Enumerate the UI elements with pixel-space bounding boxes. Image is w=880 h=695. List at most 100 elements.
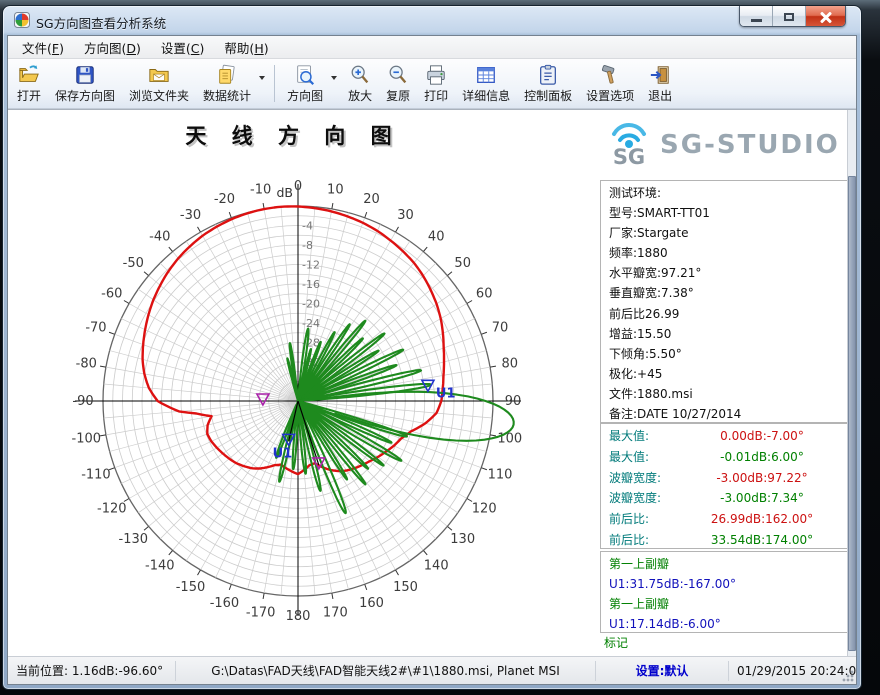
measure-row: 波瓣宽度:-3.00dB:7.34° xyxy=(609,488,847,509)
svg-text:100: 100 xyxy=(497,431,522,446)
status-file-path: G:\Datas\FAD天线\FAD智能天线2#\#1\1880.msi, Pl… xyxy=(176,661,596,681)
svg-text:180: 180 xyxy=(286,609,311,624)
close-button[interactable] xyxy=(806,6,845,27)
info-row: 型号:SMART-TT01 xyxy=(609,203,847,223)
svg-text:-80: -80 xyxy=(76,357,97,372)
svg-text:-10: -10 xyxy=(250,182,271,197)
save-icon xyxy=(74,64,96,86)
svg-text:U1: U1 xyxy=(436,386,456,401)
window-title: SG方向图查看分析系统 xyxy=(36,13,166,32)
scrollbar-thumb[interactable] xyxy=(848,176,856,651)
printer-icon xyxy=(425,64,447,86)
zoom-in-icon xyxy=(349,64,371,86)
menubar: 文件(F) 方向图(D) 设置(C) 帮助(H) xyxy=(8,36,856,59)
toolbar: 打开 保存方向图 浏览文件夹 数据统计 xyxy=(8,59,856,109)
svg-text:60: 60 xyxy=(476,287,493,302)
test-info-panel: 测试环境: 型号:SMART-TT01 厂家:Stargate 频率:1880 … xyxy=(600,180,848,423)
svg-text:-100: -100 xyxy=(72,431,102,446)
svg-text:-150: -150 xyxy=(176,580,206,595)
measure-row: 最大值:-0.01dB:6.00° xyxy=(609,447,847,468)
svg-text:-4: -4 xyxy=(302,220,313,233)
app-body: 文件(F) 方向图(D) 设置(C) 帮助(H) 打开 保存方向图 浏览文件夹 xyxy=(7,35,857,685)
measure-row: 前后比:33.54dB:174.00° xyxy=(609,530,847,551)
info-row: 前后比26.99 xyxy=(609,304,847,324)
restore-view-button[interactable]: 复原 xyxy=(379,61,417,106)
svg-text:-50: -50 xyxy=(123,256,144,271)
exit-door-icon xyxy=(649,64,671,86)
mark-label: 标记 xyxy=(604,634,628,651)
vertical-scrollbar[interactable] xyxy=(847,110,856,656)
zoom-out-icon xyxy=(387,64,409,86)
svg-text:30: 30 xyxy=(397,208,414,223)
menu-settings[interactable]: 设置(C) xyxy=(151,35,215,60)
chevron-down-icon xyxy=(258,67,266,87)
svg-text:80: 80 xyxy=(501,357,518,372)
svg-text:70: 70 xyxy=(492,320,509,335)
svg-text:-170: -170 xyxy=(246,606,276,621)
exit-button[interactable]: 退出 xyxy=(641,61,679,106)
data-statistics-button[interactable]: 数据统计 xyxy=(196,61,258,106)
measure-row: 最大值:0.00dB:-7.00° xyxy=(609,426,847,447)
data-statistics-dropdown[interactable] xyxy=(258,61,269,106)
info-row: 备注:DATE 10/27/2014 xyxy=(609,404,847,424)
svg-text:140: 140 xyxy=(424,559,449,574)
svg-text:170: 170 xyxy=(323,606,348,621)
browse-folder-button[interactable]: 浏览文件夹 xyxy=(122,61,196,106)
desktop: SG方向图查看分析系统 文件(F) 方向图(D) 设置(C) 帮助(H) 打开 xyxy=(0,0,880,695)
client-area: 天 线 方 向 图 -170-160-150-140-130-120-110-1… xyxy=(8,109,856,656)
measure-row: 波瓣宽度:-3.00dB:97.22° xyxy=(609,468,847,489)
app-window: SG方向图查看分析系统 文件(F) 方向图(D) 设置(C) 帮助(H) 打开 xyxy=(2,5,862,690)
svg-text:40: 40 xyxy=(428,229,445,244)
svg-text:-120: -120 xyxy=(97,502,127,517)
save-pattern-button[interactable]: 保存方向图 xyxy=(48,61,122,106)
status-settings[interactable]: 设置:默认 xyxy=(596,661,729,681)
open-folder-icon xyxy=(18,64,40,86)
info-row: 测试环境: xyxy=(609,183,847,203)
control-panel-button[interactable]: 控制面板 xyxy=(517,61,579,106)
print-button[interactable]: 打印 xyxy=(417,61,455,106)
pattern-view-button[interactable]: 方向图 xyxy=(280,61,330,106)
zoom-in-button[interactable]: 放大 xyxy=(341,61,379,106)
sidelobe-title: 第一上副瓣 xyxy=(609,554,847,574)
svg-text:50: 50 xyxy=(454,256,471,271)
open-button[interactable]: 打开 xyxy=(10,61,48,106)
svg-text:-20: -20 xyxy=(214,192,235,207)
minimize-icon xyxy=(751,19,762,22)
menu-help[interactable]: 帮助(H) xyxy=(214,35,278,60)
hammer-icon xyxy=(599,64,621,86)
window-controls xyxy=(739,6,846,27)
svg-text:0: 0 xyxy=(294,179,302,194)
details-button[interactable]: 详细信息 xyxy=(455,61,517,106)
svg-text:-12: -12 xyxy=(302,259,320,272)
logo: SG SG-STUDIO xyxy=(606,116,852,174)
info-row: 垂直瓣宽:7.38° xyxy=(609,283,847,303)
svg-text:-40: -40 xyxy=(149,229,170,244)
info-row: 极化:+45 xyxy=(609,364,847,384)
clipboard-icon xyxy=(537,64,559,86)
info-row: 增益:15.50 xyxy=(609,324,847,344)
info-row: 厂家:Stargate xyxy=(609,223,847,243)
svg-text:-140: -140 xyxy=(145,559,175,574)
info-row: 文件:1880.msi xyxy=(609,384,847,404)
maximize-button[interactable] xyxy=(773,6,806,27)
svg-text:110: 110 xyxy=(488,468,513,483)
pattern-view-dropdown[interactable] xyxy=(330,61,341,106)
svg-text:-70: -70 xyxy=(85,320,106,335)
svg-text:20: 20 xyxy=(363,192,380,207)
svg-text:-8: -8 xyxy=(302,239,313,252)
polar-pattern-chart[interactable]: -170-160-150-140-130-120-110-100-90-80-7… xyxy=(8,110,596,656)
menu-file[interactable]: 文件(F) xyxy=(12,35,74,60)
status-position: 当前位置: 1.16dB:-96.60° xyxy=(8,661,176,681)
sidelobe-value: U1:17.14dB:-6.00° xyxy=(609,614,847,634)
svg-text:-90: -90 xyxy=(72,394,93,409)
details-table-icon xyxy=(475,64,497,86)
options-button[interactable]: 设置选项 xyxy=(579,61,641,106)
minimize-button[interactable] xyxy=(740,6,773,27)
resize-grip[interactable] xyxy=(841,669,854,682)
sidelobe-value: U1:31.75dB:-167.00° xyxy=(609,574,847,594)
info-row: 水平瓣宽:97.21° xyxy=(609,263,847,283)
titlebar[interactable]: SG方向图查看分析系统 xyxy=(3,6,861,35)
svg-text:150: 150 xyxy=(393,580,418,595)
chevron-down-icon xyxy=(330,67,338,87)
menu-pattern[interactable]: 方向图(D) xyxy=(74,35,151,60)
